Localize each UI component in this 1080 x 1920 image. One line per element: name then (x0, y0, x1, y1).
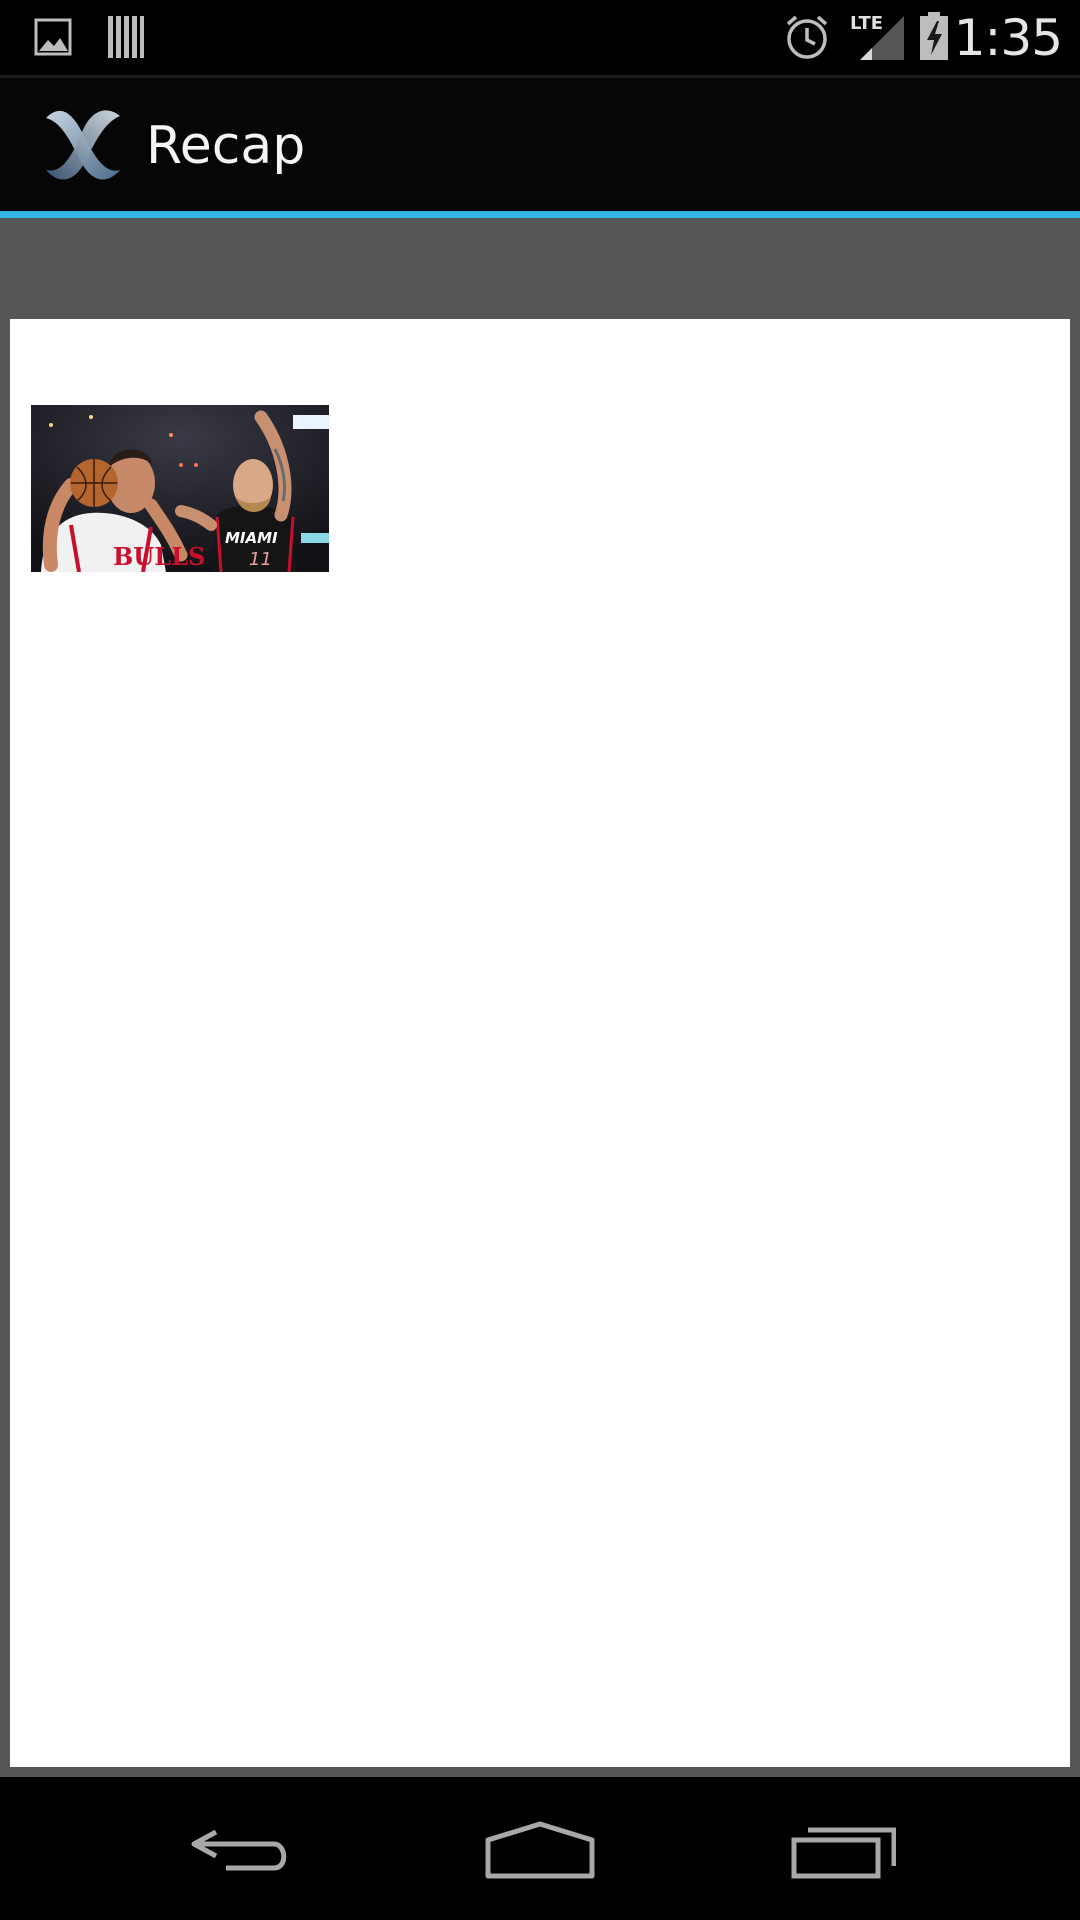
alarm-icon (786, 15, 828, 59)
app-logo-icon[interactable] (40, 104, 126, 186)
recap-content[interactable]: BULLS MIAMI 11 (10, 319, 1070, 1767)
barcode-notification-icon (108, 16, 144, 58)
team-right-text: MIAMI (225, 529, 278, 547)
page-title: Recap (146, 116, 306, 176)
battery-charging-icon (920, 12, 948, 60)
back-icon[interactable] (188, 1820, 292, 1880)
clock: 1:35 (953, 9, 1063, 67)
svg-text:LTE: LTE (850, 13, 883, 34)
basketball-photo: BULLS MIAMI 11 (31, 405, 329, 572)
home-icon[interactable] (484, 1820, 596, 1880)
picture-notification-icon (34, 18, 72, 56)
jersey-number-text: 11 (249, 549, 272, 570)
team-left-text: BULLS (113, 542, 205, 571)
recent-apps-icon[interactable] (790, 1820, 896, 1880)
action-bar-divider (0, 211, 1080, 218)
lte-signal-icon: LTE (850, 13, 904, 60)
recap-photo[interactable]: BULLS MIAMI 11 (31, 405, 329, 572)
status-bar: LTE 1:35 (0, 0, 1080, 78)
